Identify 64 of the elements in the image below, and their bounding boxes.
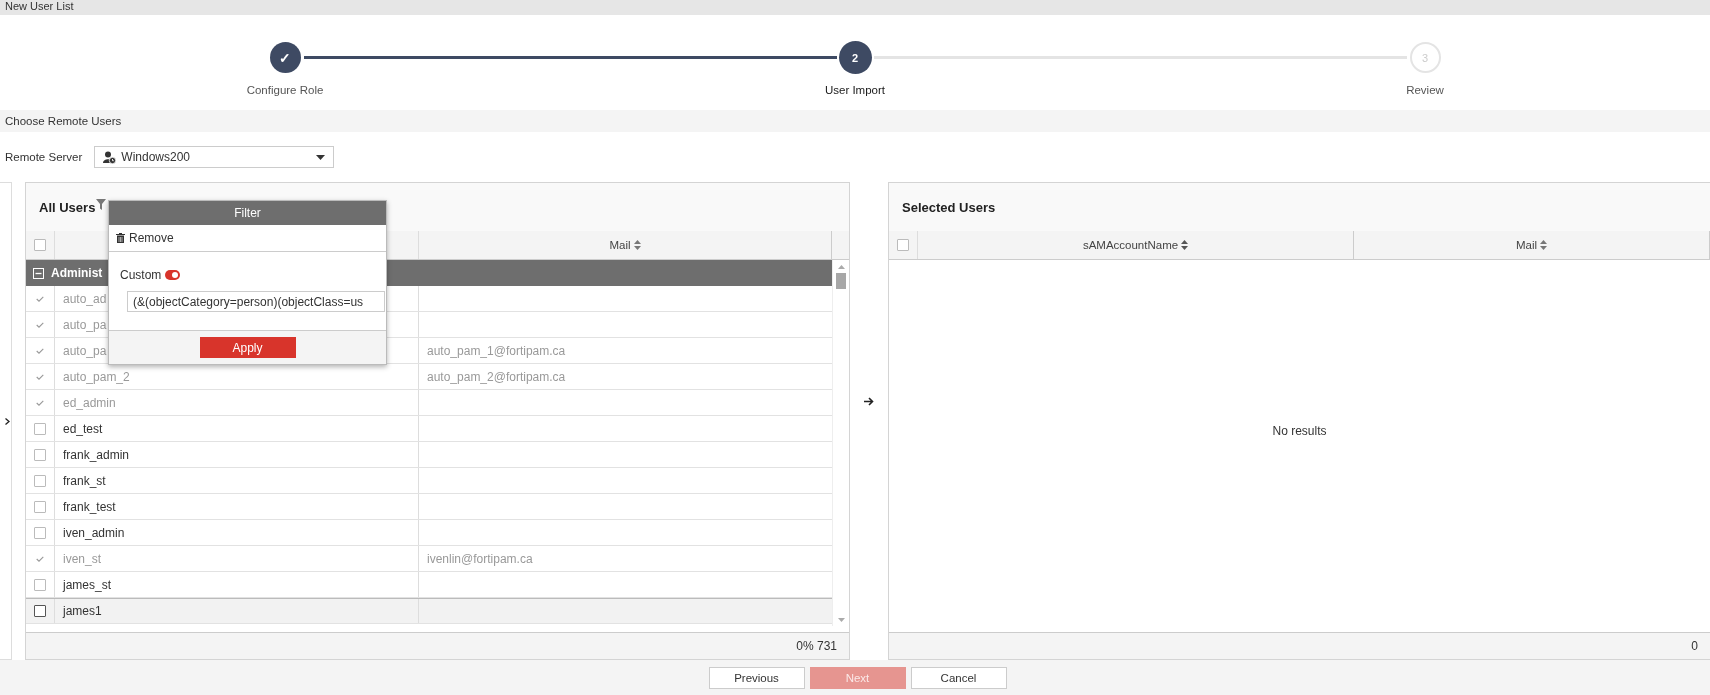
checkbox[interactable] — [897, 239, 909, 251]
panel-title: Selected Users — [902, 199, 996, 215]
table-cell: ed_test — [63, 421, 103, 436]
cancel-button[interactable]: Cancel — [910, 666, 1007, 689]
checkbox[interactable] — [34, 526, 46, 539]
chevron-right-icon — [5, 417, 10, 425]
scroll-up-icon[interactable] — [837, 265, 845, 269]
server-dropdown[interactable]: Windows200 — [94, 146, 335, 168]
caret-icon — [316, 154, 326, 160]
step-label[interactable]: Review — [1406, 84, 1444, 96]
checkbox[interactable] — [34, 448, 46, 461]
table-cell: auto_pa — [63, 317, 107, 332]
popup-title: Filter — [234, 206, 261, 220]
scrollbar[interactable] — [832, 260, 849, 626]
table-cell: frank_test — [63, 499, 116, 514]
record-count: 0% 731 — [796, 639, 837, 653]
trash-icon — [116, 233, 125, 243]
table-cell: auto_pam_1@fortipam.ca — [427, 343, 566, 358]
table-cell: frank_st — [63, 473, 106, 488]
checkbox[interactable] — [34, 474, 46, 487]
step-marker: 2 — [839, 42, 871, 73]
apply-button[interactable]: Apply — [199, 337, 296, 358]
checkbox[interactable] — [34, 500, 46, 513]
checkbox[interactable] — [34, 605, 46, 617]
empty-message: No results — [1272, 424, 1327, 438]
record-count: 0 — [1691, 639, 1698, 653]
checkbox[interactable] — [34, 422, 46, 435]
checkbox[interactable] — [34, 239, 46, 251]
table-cell: auto_pam_2 — [63, 369, 130, 384]
field-label: Remote Server — [5, 151, 83, 163]
table-cell: ed_admin — [63, 395, 116, 410]
column-header[interactable]: Mail — [609, 239, 631, 251]
checkbox[interactable] — [34, 578, 46, 591]
toggle-label: Custom — [120, 268, 162, 282]
table-cell: james_st — [63, 577, 112, 592]
user-clock-icon — [103, 150, 117, 164]
table-cell: ivenlin@fortipam.ca — [427, 551, 533, 566]
table-cell: iven_admin — [63, 525, 125, 540]
column-header[interactable]: sAMAccountName — [1082, 239, 1179, 251]
collapsed-panel[interactable] — [0, 182, 12, 660]
table-cell: auto_pa — [63, 343, 107, 358]
scroll-thumb[interactable] — [836, 273, 846, 289]
panel-title: All Users — [39, 199, 96, 215]
step-marker: ✓ — [269, 42, 301, 73]
remove-button[interactable]: Remove — [109, 225, 386, 252]
column-header[interactable]: Mail — [1515, 239, 1538, 251]
toggle-switch[interactable] — [165, 270, 181, 280]
sort-icon[interactable] — [1540, 240, 1548, 250]
arrow-right-icon[interactable] — [864, 396, 874, 406]
step-label[interactable]: User Import — [824, 84, 886, 96]
table-cell: iven_st — [63, 551, 102, 566]
query-field[interactable]: (&(objectCategory=person)(objectClass=us — [127, 291, 385, 312]
sort-icon[interactable] — [633, 240, 641, 250]
table-cell: james1 — [63, 604, 102, 618]
table-cell: auto_ad — [63, 291, 107, 306]
table-cell: auto_pam_2@fortipam.ca — [427, 369, 566, 384]
section-title: Choose Remote Users — [5, 115, 122, 127]
table-cell: frank_admin — [63, 447, 130, 462]
previous-button[interactable]: Previous — [708, 666, 805, 689]
step-label[interactable]: Configure Role — [246, 84, 324, 96]
window-title: New User List — [5, 0, 74, 12]
scroll-down-icon[interactable] — [837, 618, 845, 622]
collapse-icon[interactable] — [33, 267, 44, 279]
sort-icon[interactable] — [1181, 240, 1189, 250]
